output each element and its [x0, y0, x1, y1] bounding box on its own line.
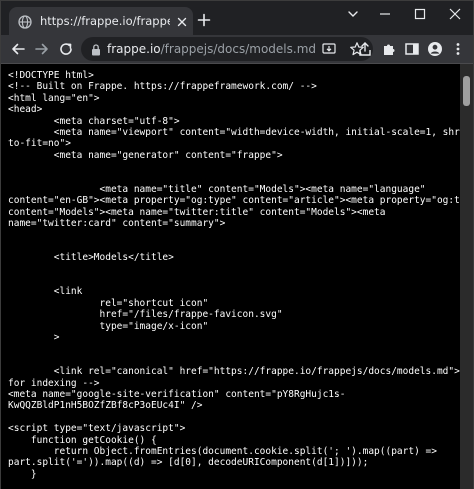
- source-line: to-fit=no">: [8, 138, 71, 150]
- source-line: <meta name="google-site-verification" co…: [8, 388, 346, 400]
- tab-active[interactable]: https://frappe.io/frappejs/docs/m: [9, 7, 193, 35]
- source-line: content="Models"><meta name="twitter:tit…: [8, 206, 386, 218]
- source-line: [8, 229, 458, 240]
- browser-toolbar: frappe.io/frappejs/docs/models.md: [1, 35, 473, 63]
- source-line: <meta name="title" content="Models"><met…: [8, 183, 426, 195]
- minimize-icon[interactable]: [374, 5, 396, 23]
- source-line: [8, 275, 458, 286]
- source-line: <link: [8, 286, 83, 298]
- install-icon[interactable]: [321, 41, 337, 57]
- url-path: /frappejs/docs/models.md: [160, 42, 317, 56]
- source-line: <!DOCTYPE html>: [8, 70, 94, 81]
- tab-title: https://frappe.io/frappejs/docs/m: [40, 14, 170, 28]
- back-arrow-icon[interactable]: [10, 41, 26, 57]
- source-line: name="twitter:card" content="summary">: [8, 218, 226, 230]
- tab-search-chevron-down-icon[interactable]: [342, 5, 364, 23]
- source-line: [8, 241, 458, 252]
- source-line: <meta name="generator" content="frappe">: [8, 149, 283, 161]
- source-line: <script type="text/javascript">: [8, 423, 186, 435]
- source-line: }: [8, 468, 37, 480]
- source-code: <!DOCTYPE html> <!-- Built on Frappe. htt…: [8, 70, 473, 480]
- side-panel-icon[interactable]: [404, 41, 420, 57]
- kebab-menu-icon[interactable]: [450, 41, 466, 57]
- source-line: <title>Models</title>: [8, 252, 174, 264]
- source-line: <meta name="viewport" content="width=dev…: [8, 126, 473, 138]
- source-line: <head>: [8, 104, 43, 116]
- source-line: return Object.fromEntries(document.cooki…: [8, 445, 437, 457]
- source-line: rel="shortcut icon": [8, 297, 209, 309]
- forward-arrow-icon[interactable]: [34, 41, 50, 57]
- source-line: part.split('=')).map((d) => [d[0], decod…: [8, 457, 369, 469]
- close-icon[interactable]: [444, 5, 466, 23]
- lock-icon[interactable]: [90, 42, 102, 56]
- reload-icon[interactable]: [58, 41, 74, 57]
- source-line: <link rel="canonical" href="https://frap…: [8, 366, 473, 378]
- profile-icon[interactable]: [427, 41, 443, 57]
- address-bar[interactable]: frappe.io/frappejs/docs/models.md: [81, 37, 373, 61]
- share-icon[interactable]: [357, 41, 373, 57]
- source-line: [8, 161, 458, 172]
- source-line: [8, 173, 458, 184]
- puzzle-icon[interactable]: [381, 41, 397, 57]
- source-line: [8, 355, 458, 366]
- source-line: >: [8, 331, 60, 343]
- url-host: frappe.io: [107, 42, 161, 56]
- source-line: <html lang="en">: [8, 92, 100, 104]
- globe-icon: [18, 14, 32, 29]
- scroll-up-arrow-icon[interactable]: [463, 67, 470, 82]
- source-line: for indexing -->: [8, 377, 100, 389]
- source-line: href="/files/frappe-favicon.svg": [8, 309, 283, 321]
- tab-close-icon[interactable]: [175, 14, 189, 28]
- source-line: function getCookie() {: [8, 434, 157, 446]
- source-line: <!-- Built on Frappe. https://frappefram…: [8, 81, 317, 93]
- page-source-view[interactable]: <!DOCTYPE html> <!-- Built on Frappe. htt…: [1, 64, 473, 489]
- maximize-icon[interactable]: [409, 5, 431, 23]
- tab-strip: https://frappe.io/frappejs/docs/m: [1, 1, 473, 35]
- source-line: type="image/x-icon": [8, 320, 209, 332]
- new-tab-plus-icon[interactable]: [197, 12, 211, 27]
- url-text[interactable]: frappe.io/frappejs/docs/models.md: [107, 41, 316, 57]
- browser-window: https://frappe.io/frappejs/docs/m: [0, 0, 474, 489]
- source-line: <meta charset="utf-8">: [8, 115, 180, 127]
- vertical-scrollbar[interactable]: [460, 64, 473, 489]
- source-line: [8, 264, 458, 275]
- source-line: KwQQZBldP1nH5BOZfZBf8cP3oEUc4I" />: [8, 400, 203, 412]
- source-line: content="en-GB"><meta property="og:type"…: [8, 195, 473, 207]
- scrollbar-thumb[interactable]: [463, 76, 470, 106]
- source-line: [8, 343, 458, 354]
- source-line: [8, 412, 458, 423]
